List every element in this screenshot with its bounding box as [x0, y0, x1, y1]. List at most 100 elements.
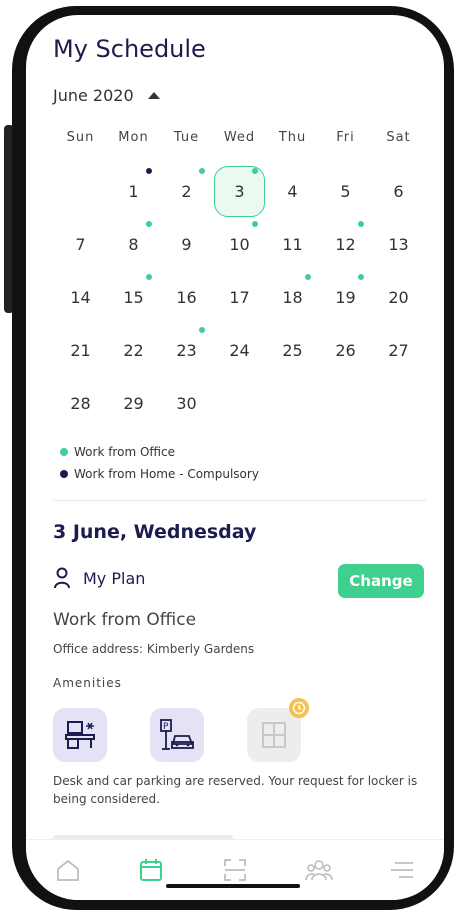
calendar-day[interactable]: 8 [107, 218, 160, 271]
day-number: 16 [176, 288, 197, 307]
day-number: 24 [229, 341, 250, 360]
day-number: 21 [70, 341, 91, 360]
amenity-locker[interactable] [247, 698, 309, 762]
plan-type: Work from Office [53, 610, 197, 630]
tab-team[interactable] [304, 855, 334, 885]
day-number: 15 [123, 288, 144, 307]
caret-up-icon[interactable] [147, 92, 160, 99]
calendar-day[interactable]: 9 [160, 218, 213, 271]
calendar-day[interactable]: 19 [319, 271, 372, 324]
app-screen: My Schedule June 2020 Sun Mon Tue Wed Thu Fri… [26, 15, 444, 900]
selected-date-heading: 3 June, Wednesday [53, 521, 257, 543]
calendar-day[interactable]: 28 [54, 377, 107, 430]
calendar-day[interactable]: 11 [266, 218, 319, 271]
calendar-day[interactable]: 27 [372, 324, 425, 377]
tab-home[interactable] [53, 855, 83, 885]
amenity-desk[interactable] [53, 708, 107, 762]
legend-office: Work from Office [60, 445, 259, 459]
calendar-day[interactable]: 16 [160, 271, 213, 324]
calendar-icon [140, 859, 163, 881]
home-icon [56, 859, 79, 881]
work-from-office-dot [252, 221, 258, 227]
weekday-label: Wed [223, 130, 256, 145]
tab-menu[interactable] [387, 855, 417, 885]
work-from-office-dot [358, 221, 364, 227]
month-selector[interactable]: June 2020 [53, 86, 160, 105]
day-number: 14 [70, 288, 91, 307]
day-number: 25 [282, 341, 303, 360]
work-from-office-dot [358, 274, 364, 280]
legend-home: Work from Home - Compulsory [60, 467, 259, 481]
desk-icon [65, 721, 95, 749]
calendar-day[interactable]: 17 [213, 271, 266, 324]
weekday-label: Thu [278, 130, 307, 145]
work-from-home-dot [146, 168, 152, 174]
month-label: June 2020 [53, 86, 134, 105]
calendar-day[interactable]: 5 [319, 165, 372, 218]
work-from-office-dot [199, 168, 205, 174]
day-number: 28 [70, 394, 91, 413]
legend-home-label: Work from Home - Compulsory [74, 467, 259, 481]
menu-icon [391, 862, 414, 878]
work-from-office-dot [199, 327, 205, 333]
calendar-day[interactable]: 4 [266, 165, 319, 218]
calendar-day[interactable]: 15 [107, 271, 160, 324]
bottom-tab-bar [26, 839, 444, 900]
weekday-header: Sun Mon Tue Wed Thu Fri Sat [54, 130, 426, 145]
calendar-day[interactable]: 29 [107, 377, 160, 430]
day-number: 4 [287, 182, 298, 201]
change-button[interactable]: Change [338, 564, 424, 598]
team-icon [304, 860, 333, 881]
calendar-day[interactable]: 13 [372, 218, 425, 271]
weekday-label: Mon [118, 130, 149, 145]
day-number: 6 [393, 182, 404, 201]
calendar-day[interactable]: 23 [160, 324, 213, 377]
calendar-day[interactable]: 20 [372, 271, 425, 324]
day-number: 5 [340, 182, 351, 201]
legend-home-dot [60, 470, 68, 478]
calendar-day[interactable]: 1 [107, 165, 160, 218]
tab-scan[interactable] [220, 855, 250, 885]
page-title: My Schedule [53, 35, 206, 63]
day-number: 3 [234, 182, 245, 201]
day-number: 12 [335, 235, 356, 254]
work-from-office-dot [305, 274, 311, 280]
weekday-label: Sun [66, 130, 95, 145]
calendar-day[interactable]: 24 [213, 324, 266, 377]
calendar-day[interactable]: 2 [160, 165, 213, 218]
legend-office-label: Work from Office [74, 445, 175, 459]
calendar-day[interactable]: 14 [54, 271, 107, 324]
calendar-day[interactable]: 6 [372, 165, 425, 218]
calendar-day[interactable]: 21 [54, 324, 107, 377]
day-number: 19 [335, 288, 356, 307]
calendar-day[interactable]: 30 [160, 377, 213, 430]
scan-icon [224, 859, 246, 881]
calendar-day[interactable]: 26 [319, 324, 372, 377]
my-plan-row: My Plan [53, 567, 145, 589]
day-number: 26 [335, 341, 356, 360]
amenities-note: Desk and car parking are reserved. Your … [53, 774, 418, 806]
day-number: 30 [176, 394, 197, 413]
weekday-label: Tue [173, 130, 200, 145]
day-number: 11 [282, 235, 303, 254]
calendar-day[interactable]: 7 [54, 218, 107, 271]
calendar-day[interactable]: 10 [213, 218, 266, 271]
locker-icon [262, 722, 286, 748]
calendar-day[interactable]: 22 [107, 324, 160, 377]
day-number: 13 [388, 235, 409, 254]
day-number: 23 [176, 341, 197, 360]
divider [53, 500, 426, 501]
work-from-office-dot [252, 168, 258, 174]
day-number: 17 [229, 288, 250, 307]
calendar-day[interactable]: 3 [213, 165, 266, 218]
svg-text:P: P [163, 722, 169, 732]
calendar-day[interactable]: 12 [319, 218, 372, 271]
calendar-empty [54, 165, 107, 218]
calendar-day[interactable]: 25 [266, 324, 319, 377]
calendar-day[interactable]: 18 [266, 271, 319, 324]
amenity-car-parking[interactable]: P [150, 708, 204, 762]
car-parking-icon: P [160, 719, 194, 750]
day-number: 20 [388, 288, 409, 307]
tab-calendar[interactable] [136, 855, 166, 885]
day-number: 2 [181, 182, 192, 201]
